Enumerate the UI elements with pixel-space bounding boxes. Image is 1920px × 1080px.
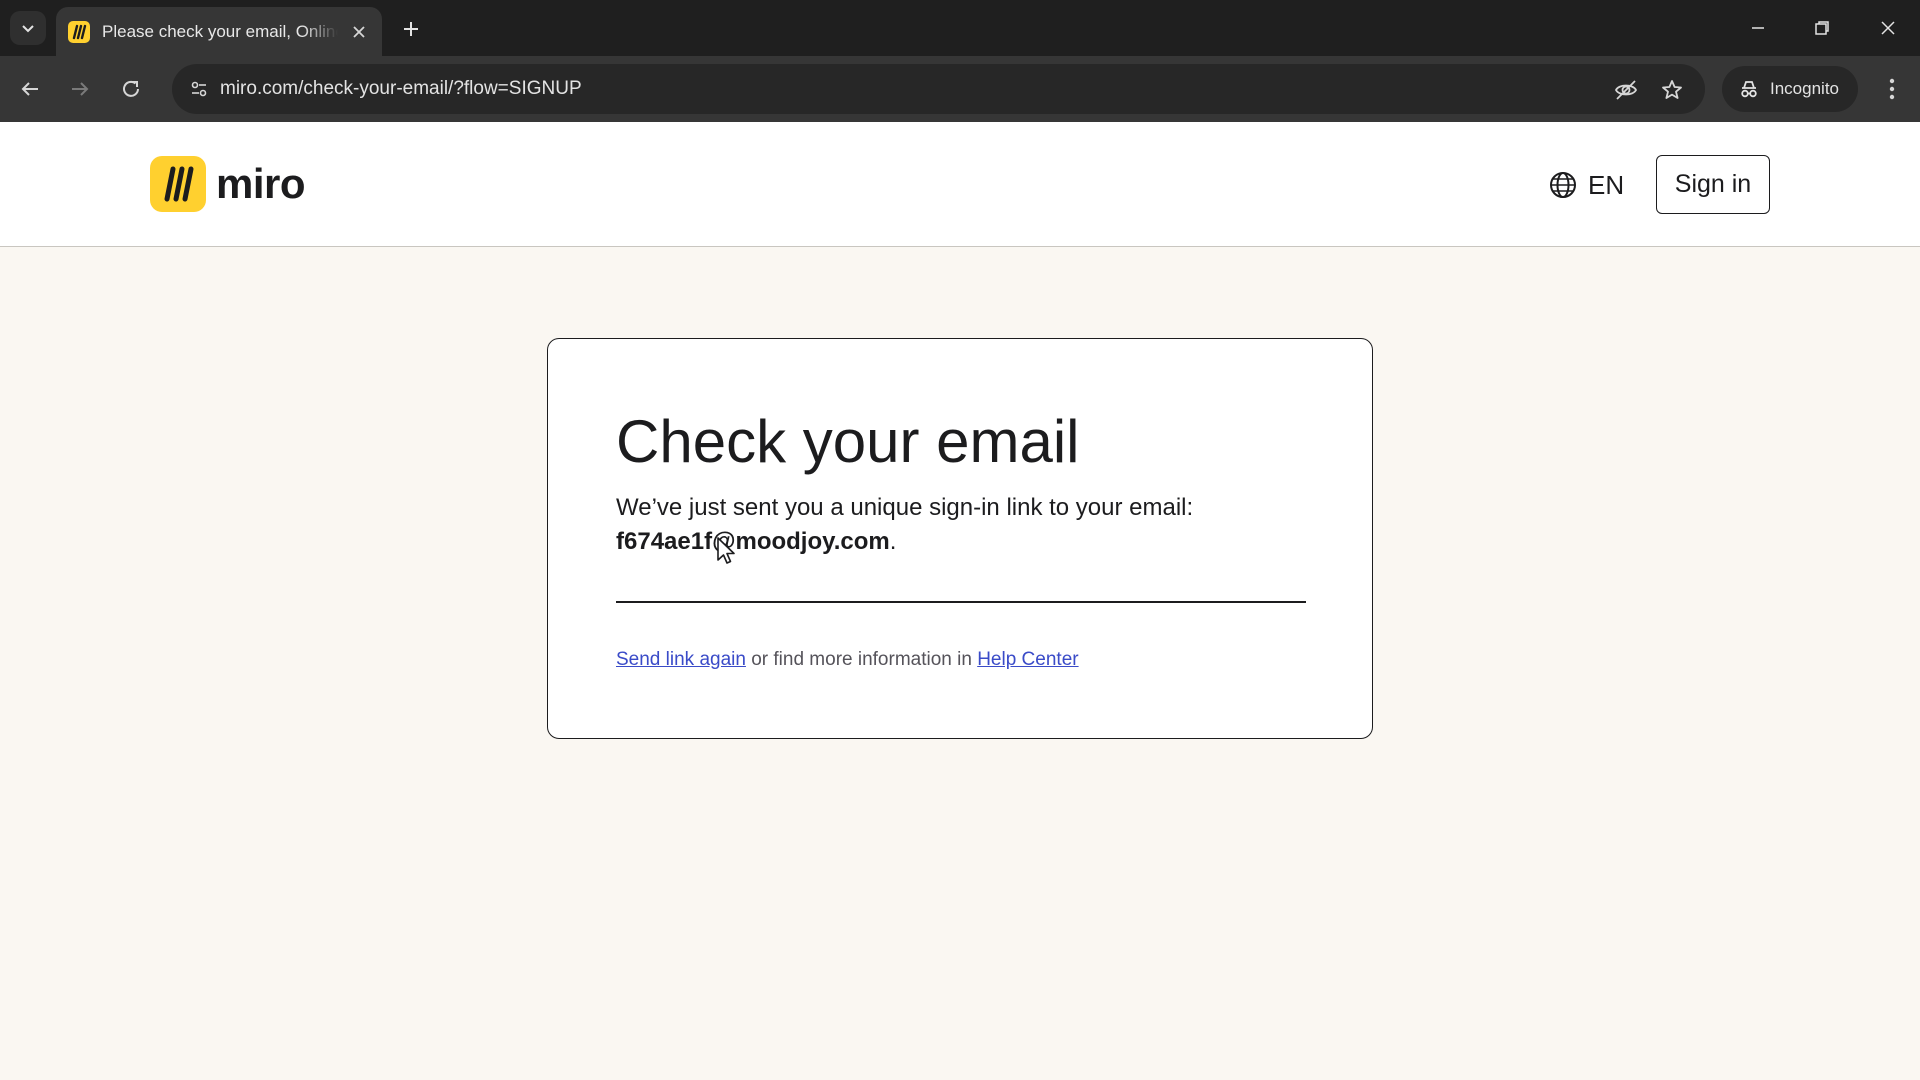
url-text[interactable]: miro.com/check-your-email/?flow=SIGNUP <box>220 78 582 100</box>
bookmark-button[interactable] <box>1657 75 1687 105</box>
tab-title: Please check your email, Online <box>102 21 338 41</box>
card-footer: Send link again or find more information… <box>616 649 1079 671</box>
incognito-label: Incognito <box>1770 79 1839 98</box>
miro-logo[interactable]: miro <box>150 156 306 212</box>
tab-search-button[interactable] <box>10 11 46 45</box>
globe-icon <box>1550 172 1576 198</box>
sign-in-button[interactable]: Sign in <box>1656 155 1770 214</box>
minimize-button[interactable] <box>1734 8 1782 48</box>
cursor-icon <box>717 537 735 564</box>
eye-off-icon <box>1614 80 1638 100</box>
miro-favicon-icon <box>68 20 90 43</box>
plus-icon <box>404 22 418 36</box>
forward-button[interactable] <box>62 71 98 107</box>
restore-button[interactable] <box>1798 8 1846 48</box>
tracking-protection-button[interactable] <box>1611 75 1641 105</box>
browser-menu-button[interactable] <box>1874 71 1910 107</box>
help-center-link[interactable]: Help Center <box>977 649 1078 670</box>
email-line: f674ae1f@moodjoy.com. <box>616 525 1193 559</box>
new-tab-button[interactable] <box>396 14 426 44</box>
active-tab[interactable]: Please check your email, Online <box>56 7 382 56</box>
forward-arrow-icon <box>72 82 89 96</box>
back-arrow-icon <box>21 82 38 96</box>
email-address: f674ae1f@moodjoy.com <box>616 528 890 555</box>
site-info-button[interactable] <box>182 72 216 106</box>
browser-toolbar: miro.com/check-your-email/?flow=SIGNUP I… <box>0 56 1920 122</box>
back-button[interactable] <box>12 71 48 107</box>
description-text: We’ve just sent you a unique sign-in lin… <box>616 494 1194 521</box>
reload-icon <box>123 80 139 97</box>
close-tab-button[interactable] <box>348 21 370 43</box>
page-title: Check your email <box>616 408 1080 475</box>
language-label: EN <box>1588 169 1625 200</box>
tab-search-icon <box>22 25 34 33</box>
close-icon <box>1881 21 1895 35</box>
site-header: miro EN Sign in <box>0 122 1920 247</box>
email-suffix: . <box>889 528 897 555</box>
site-info-icon <box>191 81 207 97</box>
logo-text: miro <box>216 160 306 207</box>
close-window-button[interactable] <box>1864 8 1912 48</box>
restore-icon <box>1815 21 1829 35</box>
more-vert-icon <box>1889 78 1895 100</box>
minimize-icon <box>1752 27 1764 29</box>
incognito-icon <box>1741 81 1757 98</box>
check-email-card: Check your email We’ve just sent you a u… <box>547 338 1373 739</box>
browser-tab-bar: Please check your email, Online <box>0 0 1920 56</box>
incognito-indicator[interactable]: Incognito <box>1722 66 1858 112</box>
footer-text: or find more information in <box>745 649 978 670</box>
miro-logo-icon <box>150 156 206 212</box>
divider <box>616 601 1306 603</box>
card-description: We’ve just sent you a unique sign-in lin… <box>616 491 1193 559</box>
send-link-again-link[interactable]: Send link again <box>616 649 746 670</box>
reload-button[interactable] <box>113 71 149 107</box>
close-icon <box>353 25 365 38</box>
language-selector[interactable]: EN <box>1548 166 1624 204</box>
address-bar[interactable]: miro.com/check-your-email/?flow=SIGNUP <box>172 64 1705 114</box>
star-icon <box>1662 80 1682 99</box>
